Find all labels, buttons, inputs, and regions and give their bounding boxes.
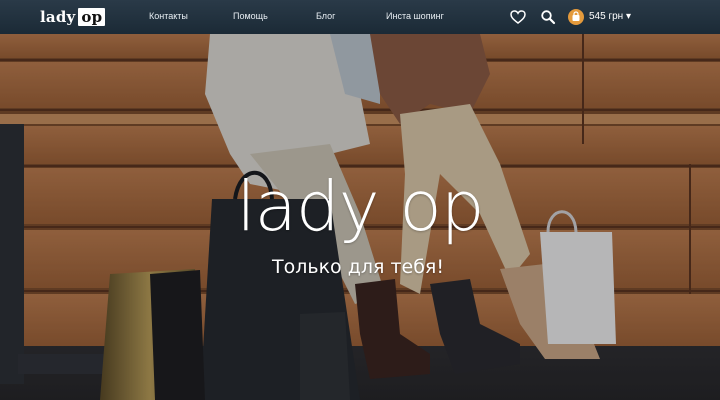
- nav-link-blog[interactable]: Блог: [316, 11, 335, 21]
- top-header: lady op Контакты Помощь Блог Инста шопинг…: [0, 0, 720, 34]
- site-logo[interactable]: lady op: [40, 8, 106, 26]
- logo-text: lady: [40, 8, 76, 26]
- hero-banner: lady op Только для тебя!: [0, 34, 720, 400]
- logo-badge: op: [78, 8, 106, 26]
- bag-icon[interactable]: [568, 9, 584, 25]
- nav-link-insta-shopping[interactable]: Инста шопинг: [386, 11, 444, 21]
- nav-link-help[interactable]: Помощь: [233, 11, 268, 21]
- heart-icon[interactable]: [510, 9, 526, 25]
- hero-subtitle: Только для тебя!: [272, 256, 444, 278]
- hero-title: lady op: [236, 167, 484, 247]
- nav-link-contacts[interactable]: Контакты: [149, 11, 188, 21]
- cart-total[interactable]: 545 грн ▾: [589, 11, 631, 22]
- search-icon[interactable]: [540, 9, 556, 25]
